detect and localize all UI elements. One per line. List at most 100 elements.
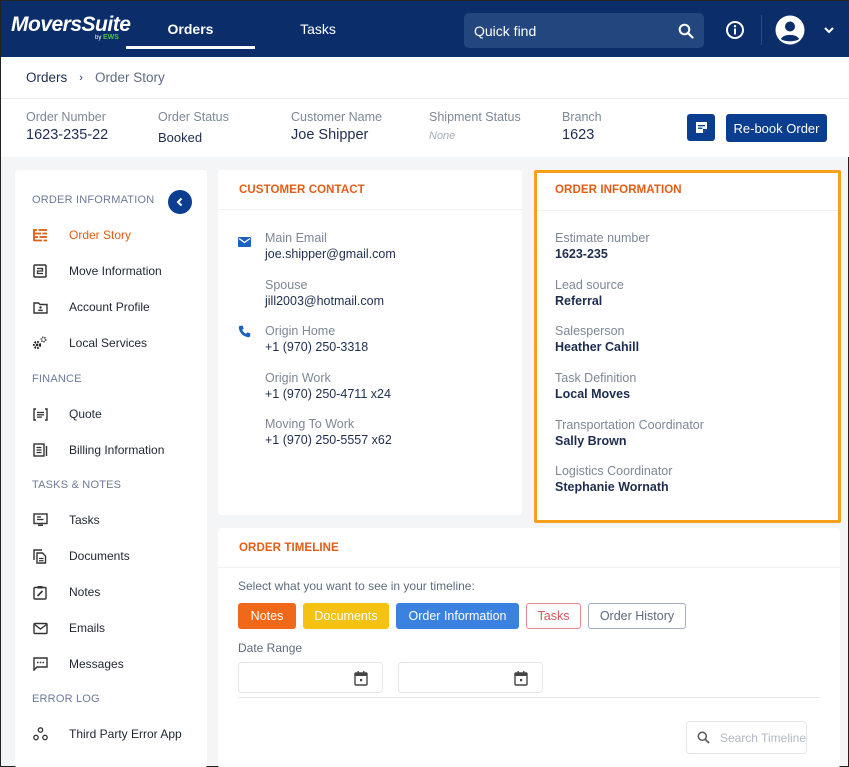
sidebar-item-billing-information[interactable]: Billing Information xyxy=(15,435,207,465)
transportation-coordinator-value: Sally Brown xyxy=(555,434,627,448)
shipment-status-value: None xyxy=(429,130,456,142)
order-number-label: Order Number xyxy=(26,110,106,124)
calendar-icon[interactable] xyxy=(354,670,368,686)
sidebar-item-order-story[interactable]: Order Story xyxy=(15,220,207,250)
lead-source-value: Referral xyxy=(555,294,603,308)
chevron-left-icon xyxy=(176,197,183,207)
timeline-prompt: Select what you want to see in your time… xyxy=(238,579,475,593)
sidebar-item-messages[interactable]: Messages xyxy=(15,649,207,679)
sidebar-item-account-profile[interactable]: Account Profile xyxy=(15,292,207,322)
moving-to-work-label: Moving To Work xyxy=(265,417,355,431)
origin-home-value[interactable]: +1 (970) 250-3318 xyxy=(265,340,368,354)
sidebar-item-emails[interactable]: Emails xyxy=(15,613,207,643)
sidebar-section-order-information: ORDER INFORMATION xyxy=(32,194,155,206)
card-divider xyxy=(218,209,522,210)
order-summary-header: Order Number 1623-235-22 Order Status Bo… xyxy=(1,99,849,157)
date-from-input[interactable] xyxy=(238,662,383,693)
breadcrumb: Orders › Order Story xyxy=(1,57,849,99)
order-status-field: Order Status Booked xyxy=(158,110,229,145)
filter-order-information-button[interactable]: Order Information xyxy=(396,603,519,629)
sidebar-item-move-information[interactable]: Move Information xyxy=(15,256,207,286)
spouse-value[interactable]: jill2003@hotmail.com xyxy=(265,294,384,308)
local-services-icon xyxy=(32,335,48,351)
main-email-value[interactable]: joe.shipper@gmail.com xyxy=(265,247,396,261)
lead-source-entry: Lead source Referral xyxy=(555,278,624,308)
sidebar-section-finance: FINANCE xyxy=(32,373,82,385)
calendar-icon[interactable] xyxy=(514,670,528,686)
branch-label: Branch xyxy=(562,110,602,124)
salesperson-value: Heather Cahill xyxy=(555,340,640,354)
top-navigation-bar: MoversSuite by EWS Orders Tasks Quick fi… xyxy=(1,1,849,57)
main-email-label: Main Email xyxy=(265,231,327,245)
quote-icon xyxy=(32,406,48,422)
sidebar-item-tasks[interactable]: Tasks xyxy=(15,505,207,535)
branch-field: Branch 1623 xyxy=(562,110,602,143)
user-avatar-icon[interactable] xyxy=(775,15,805,45)
note-icon xyxy=(695,122,707,133)
sidebar-item-third-party-error-app[interactable]: Third Party Error App xyxy=(15,719,207,749)
date-to-input[interactable] xyxy=(398,662,543,693)
collapse-sidebar-button[interactable] xyxy=(168,190,192,214)
customer-name-field: Customer Name Joe Shipper xyxy=(291,110,382,143)
account-profile-icon xyxy=(32,299,48,315)
filter-documents-button[interactable]: Documents xyxy=(303,603,389,629)
search-icon xyxy=(687,731,720,744)
filter-order-history-button[interactable]: Order History xyxy=(588,603,686,629)
sidebar-item-label: Notes xyxy=(69,585,101,599)
origin-home-label: Origin Home xyxy=(265,324,336,338)
filter-notes-button[interactable]: Notes xyxy=(238,603,296,629)
sidebar-item-quote[interactable]: Quote xyxy=(15,399,207,429)
customer-contact-card: CUSTOMER CONTACT Main Email joe.shipper@… xyxy=(218,170,522,515)
nav-tab-tasks[interactable]: Tasks xyxy=(273,1,363,57)
order-timeline-card: ORDER TIMELINE Select what you want to s… xyxy=(218,528,840,767)
order-information-card: ORDER INFORMATION Estimate number 1623-2… xyxy=(534,170,841,523)
add-note-button[interactable] xyxy=(687,114,715,141)
order-story-icon xyxy=(32,227,48,243)
sidebar-item-documents[interactable]: Documents xyxy=(15,541,207,571)
search-timeline-input[interactable]: Search Timeline xyxy=(686,721,807,754)
chevron-down-icon[interactable] xyxy=(822,23,836,37)
billing-icon xyxy=(32,442,48,458)
shipment-status-label: Shipment Status xyxy=(429,110,521,124)
breadcrumb-orders-link[interactable]: Orders xyxy=(26,70,67,85)
documents-icon xyxy=(32,548,48,564)
date-range-label: Date Range xyxy=(238,641,303,655)
nav-tab-orders[interactable]: Orders xyxy=(126,1,255,57)
sidebar-item-label: Billing Information xyxy=(69,443,165,457)
sidebar-item-label: Third Party Error App xyxy=(69,727,182,741)
card-divider xyxy=(218,567,840,568)
order-number-field: Order Number 1623-235-22 xyxy=(26,110,108,143)
sidebar-item-notes[interactable]: Notes xyxy=(15,577,207,607)
estimate-number-value: 1623-235 xyxy=(555,247,608,261)
emails-icon xyxy=(32,620,48,636)
order-timeline-title: ORDER TIMELINE xyxy=(239,542,339,554)
sidebar-item-local-services[interactable]: Local Services xyxy=(15,328,207,358)
rebook-order-button[interactable]: Re-book Order xyxy=(726,114,827,142)
messages-icon xyxy=(32,656,48,672)
timeline-divider xyxy=(238,697,820,698)
sidebar-item-label: Quote xyxy=(69,407,102,421)
sidebar-item-label: Emails xyxy=(69,621,106,635)
lead-source-label: Lead source xyxy=(555,278,624,292)
estimate-number-entry: Estimate number 1623-235 xyxy=(555,231,649,261)
moving-to-work-value[interactable]: +1 (970) 250-5557 x62 xyxy=(265,433,392,447)
info-icon[interactable] xyxy=(725,20,745,40)
filter-tasks-button[interactable]: Tasks xyxy=(526,603,581,629)
quick-find-placeholder: Quick find xyxy=(474,22,537,39)
tasks-icon xyxy=(32,512,48,528)
order-status-value: Booked xyxy=(158,130,203,145)
logistics-coordinator-value: Stephanie Wornath xyxy=(555,480,669,494)
task-definition-value: Local Moves xyxy=(555,387,631,401)
origin-work-entry: Origin Work +1 (970) 250-4711 x24 xyxy=(265,371,391,401)
logo-by-text: by xyxy=(95,35,102,41)
origin-work-value[interactable]: +1 (970) 250-4711 x24 xyxy=(265,387,391,401)
sidebar-section-tasks-notes: TASKS & NOTES xyxy=(32,479,122,491)
spouse-label: Spouse xyxy=(265,278,308,292)
task-definition-entry: Task Definition Local Moves xyxy=(555,371,636,401)
order-sidebar: ORDER INFORMATION Order Story Move Infor… xyxy=(15,170,207,767)
sidebar-section-error-log: ERROR LOG xyxy=(32,693,100,705)
card-divider xyxy=(537,210,838,211)
header-divider xyxy=(761,15,762,45)
search-icon[interactable] xyxy=(668,13,704,48)
quick-find-input[interactable]: Quick find xyxy=(464,13,704,48)
